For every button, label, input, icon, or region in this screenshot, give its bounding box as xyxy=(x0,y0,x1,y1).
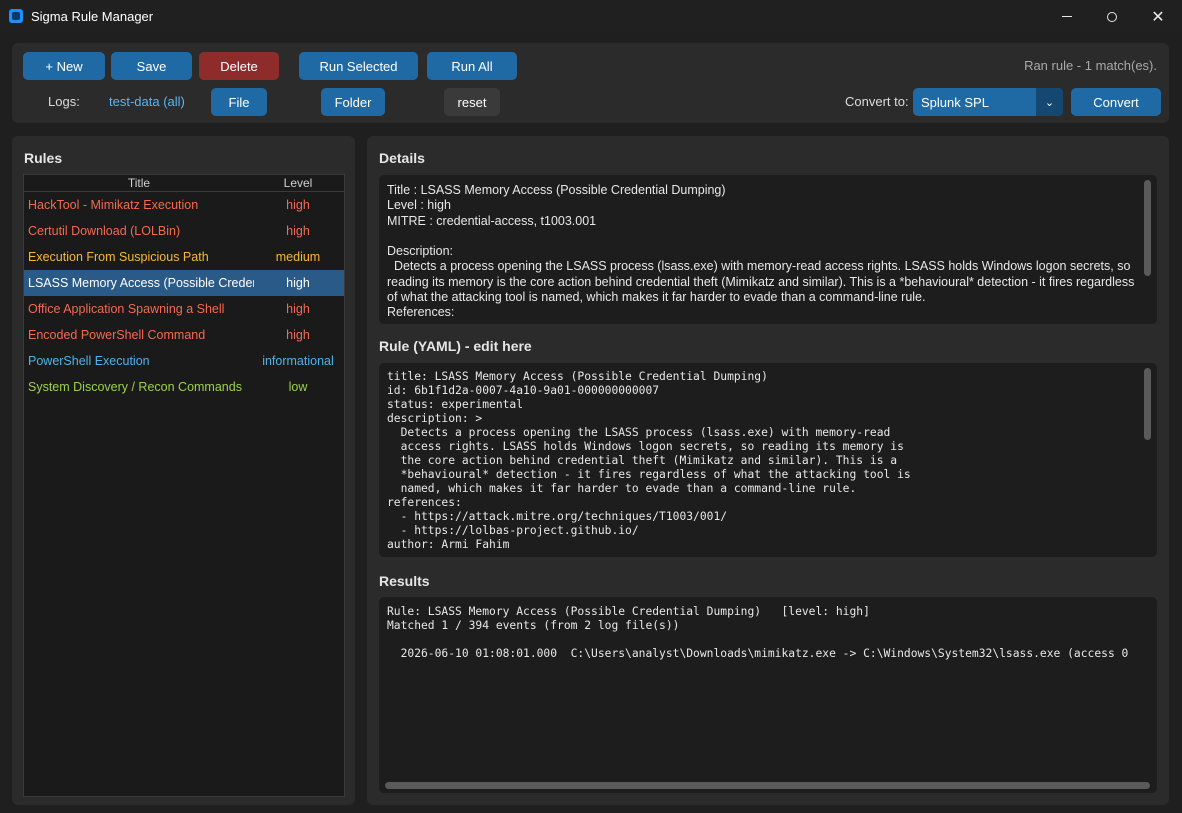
results-text: Rule: LSASS Memory Access (Possible Cred… xyxy=(387,605,1129,660)
details-heading: Details xyxy=(379,150,425,166)
convert-target-value: Splunk SPL xyxy=(921,94,989,110)
rule-row[interactable]: Encoded PowerShell Command high xyxy=(24,322,344,348)
rule-level: low xyxy=(288,380,308,394)
results-horizontal-scrollbar[interactable] xyxy=(385,782,1150,789)
rule-level: high xyxy=(286,302,310,316)
rules-list: HackTool - Mimikatz Execution high Certuti… xyxy=(24,192,344,400)
rule-title: Execution From Suspicious Path xyxy=(28,250,209,264)
convert-target-select[interactable]: Splunk SPL ⌄ xyxy=(913,88,1063,116)
rule-title: Encoded PowerShell Command xyxy=(28,328,206,342)
save-button[interactable]: Save xyxy=(111,52,192,80)
rules-table-header: Title Level xyxy=(24,175,344,192)
rule-title: PowerShell Execution xyxy=(28,354,150,368)
logs-label: Logs: xyxy=(48,94,80,109)
toolbar: + New Save Delete Run Selected Run All R… xyxy=(12,43,1169,123)
rule-title: LSASS Memory Access (Possible Credential… xyxy=(28,276,254,290)
rule-level: high xyxy=(286,198,310,212)
rule-level: medium xyxy=(275,250,321,264)
results-heading: Results xyxy=(379,573,430,589)
rule-title: Certutil Download (LOLBin) xyxy=(28,224,181,238)
details-text: Title : LSASS Memory Access (Possible Cr… xyxy=(387,183,1135,320)
convert-button[interactable]: Convert xyxy=(1071,88,1161,116)
rule-row[interactable]: Certutil Download (LOLBin) high xyxy=(24,218,344,244)
close-icon: ✕ xyxy=(1151,8,1165,26)
rule-row[interactable]: PowerShell Execution informational xyxy=(24,348,344,374)
details-scrollbar[interactable] xyxy=(1144,180,1151,276)
details-textbox[interactable]: Title : LSASS Memory Access (Possible Cr… xyxy=(379,175,1157,324)
rules-table: Title Level HackTool - Mimikatz Executio… xyxy=(23,174,345,797)
detail-panel: Details Title : LSASS Memory Access (Pos… xyxy=(367,136,1169,805)
rule-title: Office Application Spawning a Shell xyxy=(28,302,225,316)
folder-button[interactable]: Folder xyxy=(321,88,385,116)
rule-row[interactable]: Office Application Spawning a Shell high xyxy=(24,296,344,322)
yaml-editor[interactable]: title: LSASS Memory Access (Possible Cre… xyxy=(379,363,1157,557)
rule-level: informational xyxy=(262,354,334,368)
window-title: Sigma Rule Manager xyxy=(31,9,154,24)
column-header-title[interactable]: Title xyxy=(24,176,254,190)
status-message: Ran rule - 1 match(es). xyxy=(1024,58,1157,73)
file-button[interactable]: File xyxy=(211,88,267,116)
rule-level: high xyxy=(286,224,310,238)
new-button[interactable]: + New xyxy=(23,52,105,80)
minimize-icon xyxy=(1062,16,1072,17)
results-textbox[interactable]: Rule: LSASS Memory Access (Possible Cred… xyxy=(379,597,1157,793)
rules-heading: Rules xyxy=(24,150,63,166)
rule-title: System Discovery / Recon Commands xyxy=(28,380,242,394)
maximize-icon xyxy=(1107,11,1117,22)
yaml-heading: Rule (YAML) - edit here xyxy=(379,338,532,354)
chevron-down-icon[interactable]: ⌄ xyxy=(1036,88,1063,116)
close-button[interactable]: ✕ xyxy=(1135,0,1181,33)
rule-row[interactable]: Execution From Suspicious Path medium xyxy=(24,244,344,270)
minimize-button[interactable] xyxy=(1044,0,1090,33)
app-icon xyxy=(9,9,23,23)
run-selected-button[interactable]: Run Selected xyxy=(299,52,418,80)
delete-button[interactable]: Delete xyxy=(199,52,279,80)
rules-panel: Rules Title Level HackTool - Mimikatz Ex… xyxy=(12,136,355,805)
yaml-scrollbar[interactable] xyxy=(1144,368,1151,440)
rule-row[interactable]: System Discovery / Recon Commands low xyxy=(24,374,344,400)
logs-source: test-data (all) xyxy=(109,94,185,109)
column-header-level[interactable]: Level xyxy=(260,176,336,190)
rule-row[interactable]: LSASS Memory Access (Possible Credential… xyxy=(24,270,344,296)
convert-to-label: Convert to: xyxy=(845,94,909,109)
rule-row[interactable]: HackTool - Mimikatz Execution high xyxy=(24,192,344,218)
maximize-button[interactable] xyxy=(1089,0,1135,33)
rule-title: HackTool - Mimikatz Execution xyxy=(28,198,199,212)
rule-level: high xyxy=(286,276,310,290)
rule-level: high xyxy=(286,328,310,342)
reset-button[interactable]: reset xyxy=(444,88,500,116)
title-bar: Sigma Rule Manager ✕ xyxy=(0,0,1182,33)
yaml-text[interactable]: title: LSASS Memory Access (Possible Cre… xyxy=(387,370,911,552)
run-all-button[interactable]: Run All xyxy=(427,52,517,80)
